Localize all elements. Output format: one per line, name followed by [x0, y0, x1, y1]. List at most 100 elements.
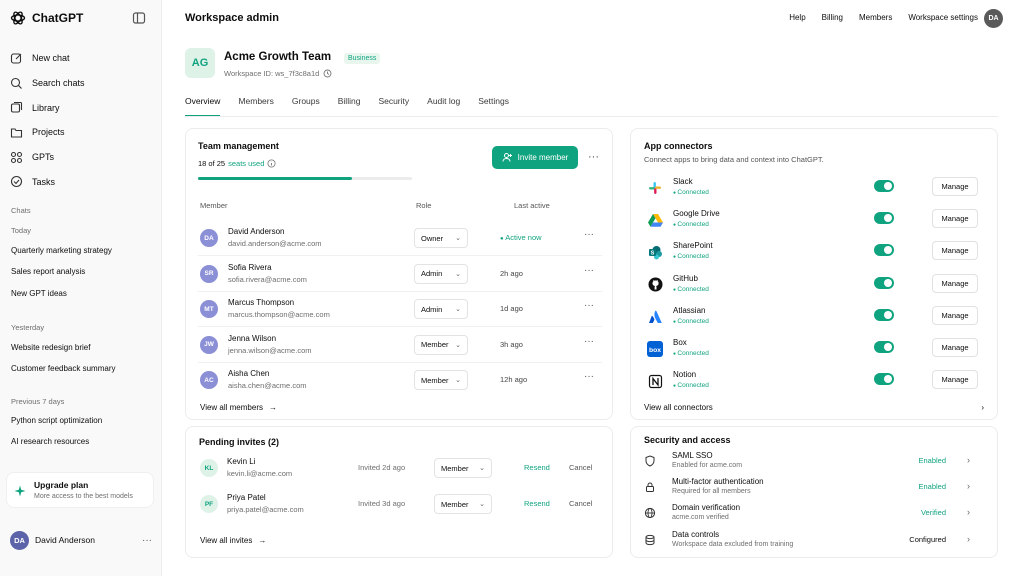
- upgrade-subtitle: More access to the best models: [34, 493, 133, 500]
- role-dropdown[interactable]: Owner ⌄: [414, 228, 468, 248]
- chat-item[interactable]: New GPT ideas: [11, 289, 67, 298]
- security-row[interactable]: Data controls Workspace data excluded fro…: [644, 530, 984, 556]
- security-item-desc: acme.com verified: [672, 514, 729, 522]
- sidebar-item-gpts[interactable]: GPTs: [10, 145, 150, 170]
- cancel-button[interactable]: Cancel: [569, 499, 592, 508]
- column-header-role: Role: [416, 201, 432, 210]
- chat-item[interactable]: AI research resources: [11, 437, 89, 446]
- tab-settings[interactable]: Settings: [478, 96, 509, 117]
- chat-item[interactable]: Website redesign brief: [11, 343, 90, 352]
- members-link[interactable]: Members: [859, 13, 892, 22]
- tab-groups[interactable]: Groups: [292, 96, 320, 117]
- role-dropdown[interactable]: Admin ⌄: [414, 263, 468, 284]
- invite-member-label: Invite member: [517, 153, 569, 162]
- security-row[interactable]: Multi-factor authentication Required for …: [644, 477, 984, 503]
- chat-item[interactable]: Python script optimization: [11, 416, 102, 425]
- role-dropdown[interactable]: Member ⌄: [434, 458, 492, 478]
- sidebar-item-label: Search chats: [32, 78, 85, 89]
- tab-billing[interactable]: Billing: [338, 96, 361, 117]
- role-dropdown[interactable]: Member ⌄: [414, 334, 468, 355]
- shield-icon: [644, 455, 656, 467]
- info-icon[interactable]: [267, 159, 276, 168]
- connector-toggle[interactable]: [874, 276, 894, 289]
- cancel-button[interactable]: Cancel: [569, 463, 592, 472]
- sidebar-item-library[interactable]: Library: [10, 95, 150, 120]
- user-name: David Anderson: [35, 535, 96, 545]
- view-all-invites-link[interactable]: View all invites →: [200, 536, 266, 545]
- security-row[interactable]: SAML SSO Enabled for acme.com Enabled ›: [644, 451, 984, 477]
- connector-toggle[interactable]: [874, 180, 894, 192]
- role-dropdown[interactable]: Member ⌄: [434, 494, 492, 514]
- brand-row[interactable]: ChatGPT: [10, 10, 83, 26]
- copy-icon[interactable]: [323, 69, 332, 78]
- chevron-right-icon: ›: [967, 481, 970, 492]
- manage-button[interactable]: Manage: [932, 273, 978, 293]
- tab-audit-log[interactable]: Audit log: [427, 96, 460, 117]
- workspace-settings-link[interactable]: Workspace settings: [908, 13, 978, 22]
- invite-name: Priya Patel: [227, 493, 266, 502]
- seats-progress-bar: [198, 177, 412, 180]
- connector-toggle[interactable]: [874, 244, 894, 257]
- role-dropdown[interactable]: Admin ⌄: [414, 299, 468, 319]
- more-options-icon[interactable]: ···: [588, 151, 599, 163]
- view-all-members-link[interactable]: View all members →: [200, 403, 277, 412]
- connector-row: Notion ● Connected Manage: [644, 366, 980, 398]
- openai-logo-icon: [10, 10, 26, 26]
- seats-used-link[interactable]: seats used: [228, 159, 264, 168]
- page-title: Workspace admin: [185, 12, 279, 24]
- brand-name: ChatGPT: [32, 11, 84, 25]
- connector-name: Atlassian: [673, 305, 706, 315]
- chevron-down-icon: ⌄: [479, 465, 485, 472]
- connector-toggle[interactable]: [874, 308, 894, 321]
- sidebar-item-projects[interactable]: Projects: [10, 120, 150, 145]
- connector-toggle[interactable]: [874, 212, 894, 225]
- tab-security[interactable]: Security: [378, 96, 409, 117]
- avatar[interactable]: DA: [984, 9, 1003, 28]
- chat-item[interactable]: Customer feedback summary: [11, 364, 115, 373]
- view-all-connectors-label: View all connectors: [644, 403, 713, 412]
- status-badge: Enabled: [918, 482, 946, 492]
- sidebar-item-tasks[interactable]: Tasks: [10, 169, 150, 194]
- sidebar-toggle-icon[interactable]: [132, 11, 146, 25]
- invite-name: Kevin Li: [227, 457, 256, 466]
- manage-button[interactable]: Manage: [932, 209, 978, 229]
- more-options-icon[interactable]: ···: [584, 229, 594, 240]
- more-icon[interactable]: ···: [142, 535, 152, 546]
- manage-button[interactable]: Manage: [932, 338, 978, 357]
- sidebar-item-search[interactable]: Search chats: [10, 71, 150, 96]
- view-all-invites-label: View all invites: [200, 536, 253, 545]
- role-dropdown[interactable]: Member ⌄: [414, 370, 468, 390]
- view-all-connectors-link[interactable]: View all connectors ›: [644, 403, 984, 412]
- chat-item[interactable]: Sales report analysis: [11, 267, 85, 276]
- last-active: ● Active now: [500, 233, 542, 242]
- tab-members[interactable]: Members: [238, 96, 273, 117]
- more-options-icon[interactable]: ···: [584, 300, 594, 311]
- member-name: David Anderson: [228, 227, 285, 236]
- billing-link[interactable]: Billing: [822, 13, 843, 22]
- manage-button[interactable]: Manage: [932, 305, 978, 325]
- grid-icon: [10, 151, 23, 164]
- manage-button[interactable]: Manage: [932, 241, 978, 261]
- user-menu[interactable]: DA David Anderson ···: [10, 529, 152, 551]
- more-options-icon[interactable]: ···: [584, 371, 594, 382]
- more-options-icon[interactable]: ···: [584, 265, 594, 276]
- help-link[interactable]: Help: [789, 13, 805, 22]
- tab-overview[interactable]: Overview: [185, 96, 221, 117]
- lock-icon: [644, 481, 656, 493]
- connector-toggle[interactable]: [874, 373, 894, 386]
- manage-button[interactable]: Manage: [932, 177, 978, 196]
- more-options-icon[interactable]: ···: [584, 336, 594, 347]
- chat-item[interactable]: Quarterly marketing strategy: [11, 246, 112, 255]
- resend-button[interactable]: Resend: [524, 499, 550, 508]
- chevron-down-icon: ⌄: [479, 501, 485, 508]
- resend-button[interactable]: Resend: [524, 463, 550, 472]
- security-row[interactable]: Domain verification acme.com verified Veri…: [644, 503, 984, 529]
- upgrade-plan-button[interactable]: Upgrade plan More access to the best mod…: [6, 472, 154, 508]
- sidebar-item-new-chat[interactable]: New chat: [10, 46, 150, 71]
- manage-button[interactable]: Manage: [932, 370, 978, 390]
- connector-status: ● Connected: [673, 382, 709, 389]
- avatar: KL: [200, 459, 218, 477]
- connector-toggle[interactable]: [874, 341, 894, 353]
- invite-member-button[interactable]: Invite member: [492, 146, 578, 169]
- status-badge: Enabled: [918, 456, 946, 465]
